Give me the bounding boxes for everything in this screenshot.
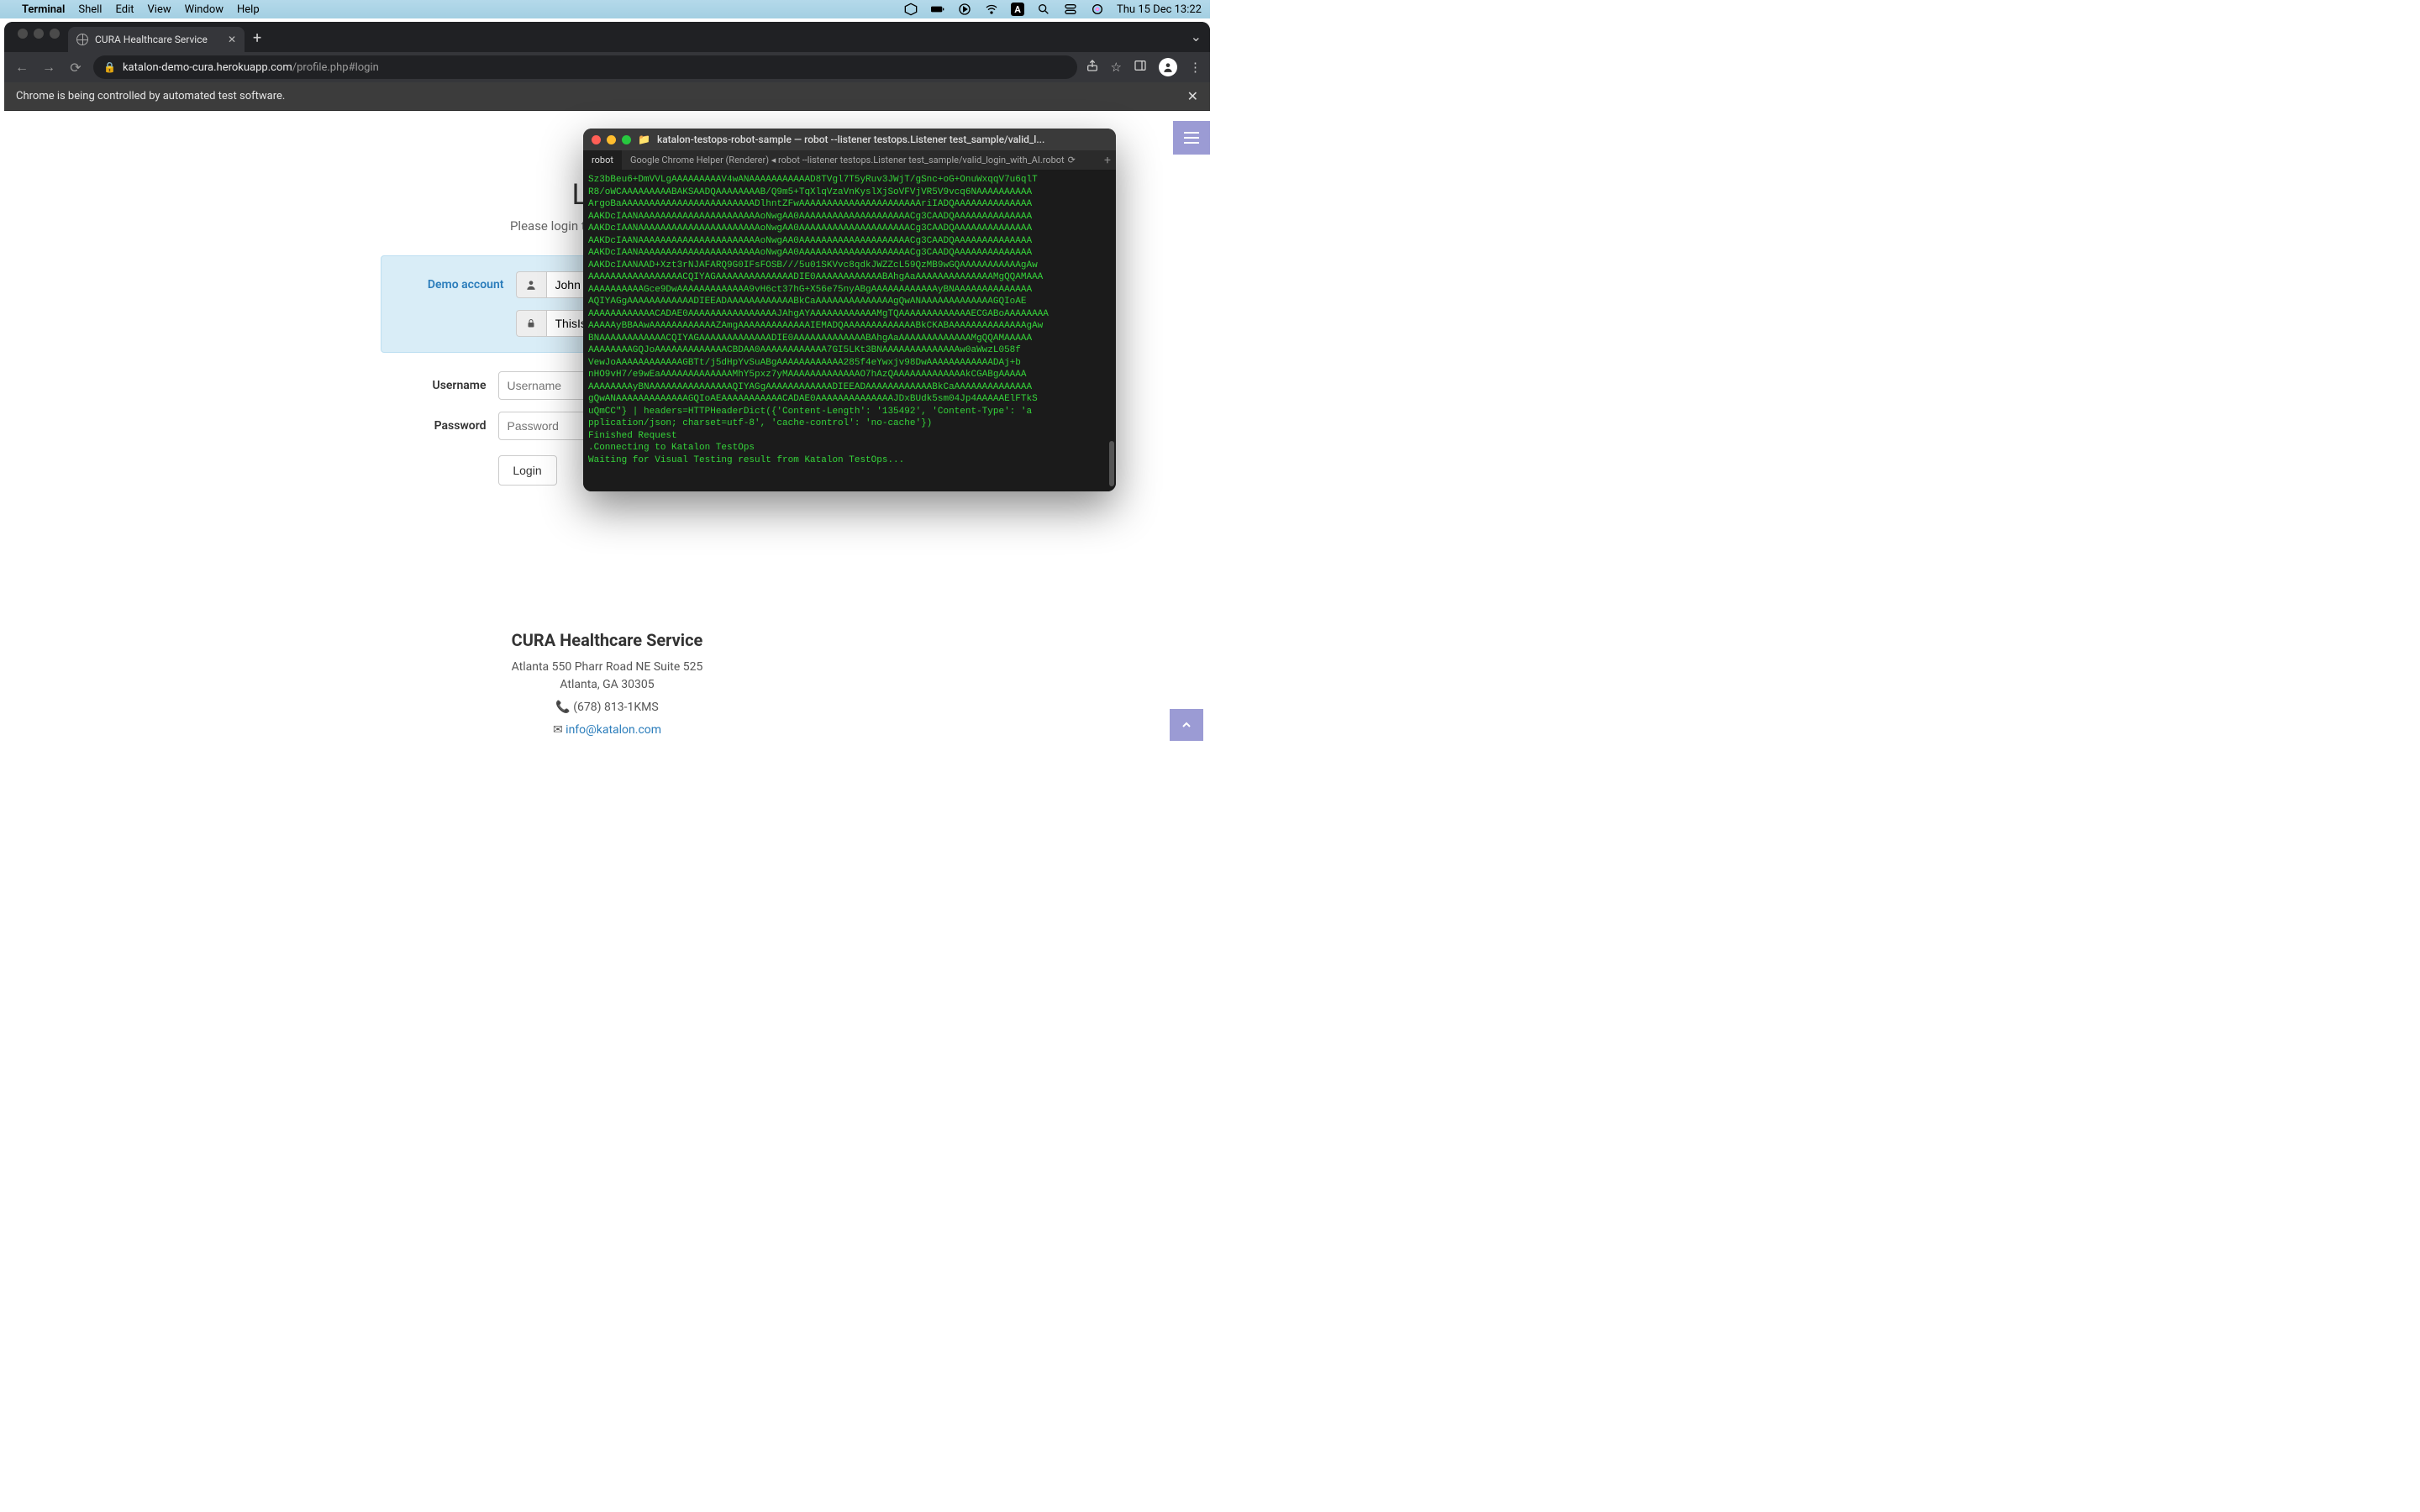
menubar-left: Terminal Shell Edit View Window Help bbox=[8, 3, 260, 16]
spotlight-icon[interactable] bbox=[1036, 2, 1051, 17]
menubar-app-name[interactable]: Terminal bbox=[22, 3, 65, 16]
login-button[interactable]: Login bbox=[498, 455, 557, 486]
play-circle-icon[interactable] bbox=[957, 2, 972, 17]
footer-phone: 📞 (678) 813-1KMS bbox=[4, 699, 1210, 717]
hamburger-menu-button[interactable] bbox=[1173, 121, 1210, 155]
macos-menubar: Terminal Shell Edit View Window Help A T bbox=[0, 0, 1210, 18]
menu-help[interactable]: Help bbox=[237, 3, 260, 16]
chrome-menu-icon[interactable]: ⋮ bbox=[1189, 60, 1202, 75]
user-icon bbox=[516, 271, 546, 298]
password-label: Password bbox=[381, 419, 498, 433]
menubar-right: A Thu 15 Dec 13:22 bbox=[903, 2, 1202, 17]
window-close-icon[interactable] bbox=[18, 29, 28, 39]
terminal-window-controls bbox=[592, 135, 631, 144]
footer-phone-text: (678) 813-1KMS bbox=[573, 701, 658, 714]
window-minimize-icon[interactable] bbox=[34, 29, 44, 39]
share-icon[interactable] bbox=[1086, 59, 1099, 76]
siri-icon[interactable] bbox=[1090, 2, 1105, 17]
demo-account-label: Demo account bbox=[398, 278, 516, 291]
footer-email-link[interactable]: info@katalon.com bbox=[566, 723, 661, 737]
battery-icon[interactable] bbox=[930, 2, 945, 17]
terminal-tabs: robot Google Chrome Helper (Renderer) ◂ … bbox=[583, 150, 1116, 171]
control-center-icon[interactable] bbox=[1063, 2, 1078, 17]
page-footer: CURA Healthcare Service Atlanta 550 Phar… bbox=[4, 630, 1210, 739]
url-path: /profile.php#login bbox=[292, 61, 379, 74]
profile-avatar-icon[interactable] bbox=[1159, 58, 1177, 76]
terminal-maximize-icon[interactable] bbox=[622, 135, 631, 144]
footer-address-2: Atlanta, GA 30305 bbox=[4, 676, 1210, 694]
bookmark-icon[interactable]: ☆ bbox=[1111, 60, 1122, 75]
terminal-scrollbar[interactable] bbox=[1109, 441, 1114, 486]
terminal-tab-1[interactable]: robot bbox=[583, 150, 622, 170]
infobar-close-icon[interactable]: ✕ bbox=[1187, 88, 1198, 104]
menu-shell[interactable]: Shell bbox=[78, 3, 102, 16]
envelope-icon: ✉ bbox=[553, 723, 563, 737]
window-controls bbox=[11, 29, 68, 45]
lock-icon: 🔒 bbox=[103, 61, 116, 73]
chrome-tabstrip: CURA Healthcare Service ✕ + ⌄ bbox=[4, 22, 1210, 52]
reload-button[interactable]: ⟳ bbox=[66, 60, 85, 76]
menu-view[interactable]: View bbox=[148, 3, 171, 16]
unity-icon[interactable] bbox=[903, 2, 918, 17]
terminal-close-icon[interactable] bbox=[592, 135, 601, 144]
scroll-to-top-button[interactable] bbox=[1170, 709, 1203, 741]
address-bar[interactable]: 🔒 katalon-demo-cura.herokuapp.com/profil… bbox=[93, 55, 1077, 79]
terminal-output[interactable]: Sz3bBeu6+DmVVLgAAAAAAAAAV4wANAAAAAAAAAAA… bbox=[583, 171, 1116, 491]
terminal-title: katalon-testops-robot-sample — robot --l… bbox=[657, 134, 1107, 145]
toolbar-right: ☆ ⋮ bbox=[1086, 58, 1202, 76]
globe-icon bbox=[76, 34, 88, 45]
infobar-text: Chrome is being controlled by automated … bbox=[16, 90, 285, 102]
browser-tab[interactable]: CURA Healthcare Service ✕ bbox=[68, 27, 245, 52]
window-maximize-icon[interactable] bbox=[50, 29, 60, 39]
spinner-icon: ⟳ bbox=[1068, 155, 1076, 165]
menu-window[interactable]: Window bbox=[185, 3, 224, 16]
footer-title: CURA Healthcare Service bbox=[4, 630, 1210, 650]
sidepanel-icon[interactable] bbox=[1134, 59, 1147, 76]
back-button[interactable]: ← bbox=[13, 59, 31, 76]
new-tab-button[interactable]: + bbox=[245, 29, 270, 52]
url-host: katalon-demo-cura.herokuapp.com bbox=[123, 61, 292, 74]
menu-edit[interactable]: Edit bbox=[115, 3, 134, 16]
terminal-new-tab-button[interactable]: + bbox=[1104, 154, 1111, 167]
tabs-dropdown-icon[interactable]: ⌄ bbox=[1191, 29, 1202, 45]
chrome-toolbar: ← → ⟳ 🔒 katalon-demo-cura.herokuapp.com/… bbox=[4, 52, 1210, 82]
footer-email: ✉ info@katalon.com bbox=[4, 722, 1210, 739]
wifi-icon[interactable] bbox=[984, 2, 999, 17]
folder-icon: 📁 bbox=[638, 134, 650, 145]
tab-close-icon[interactable]: ✕ bbox=[228, 34, 236, 45]
terminal-titlebar[interactable]: 📁 katalon-testops-robot-sample — robot -… bbox=[583, 129, 1116, 150]
terminal-tab-2[interactable]: Google Chrome Helper (Renderer) ◂ robot … bbox=[622, 150, 1084, 170]
forward-button[interactable]: → bbox=[39, 59, 58, 76]
lock-icon bbox=[516, 310, 546, 337]
menubar-clock[interactable]: Thu 15 Dec 13:22 bbox=[1117, 3, 1202, 16]
terminal-tab-2-label: Google Chrome Helper (Renderer) ◂ robot … bbox=[630, 155, 1065, 165]
terminal-minimize-icon[interactable] bbox=[607, 135, 616, 144]
tab-title: CURA Healthcare Service bbox=[95, 34, 208, 45]
terminal-window[interactable]: 📁 katalon-testops-robot-sample — robot -… bbox=[583, 129, 1116, 491]
automation-infobar: Chrome is being controlled by automated … bbox=[4, 82, 1210, 111]
username-label: Username bbox=[381, 379, 498, 392]
phone-icon: 📞 bbox=[555, 701, 570, 714]
input-a-icon[interactable]: A bbox=[1011, 3, 1024, 16]
footer-address-1: Atlanta 550 Pharr Road NE Suite 525 bbox=[4, 659, 1210, 676]
